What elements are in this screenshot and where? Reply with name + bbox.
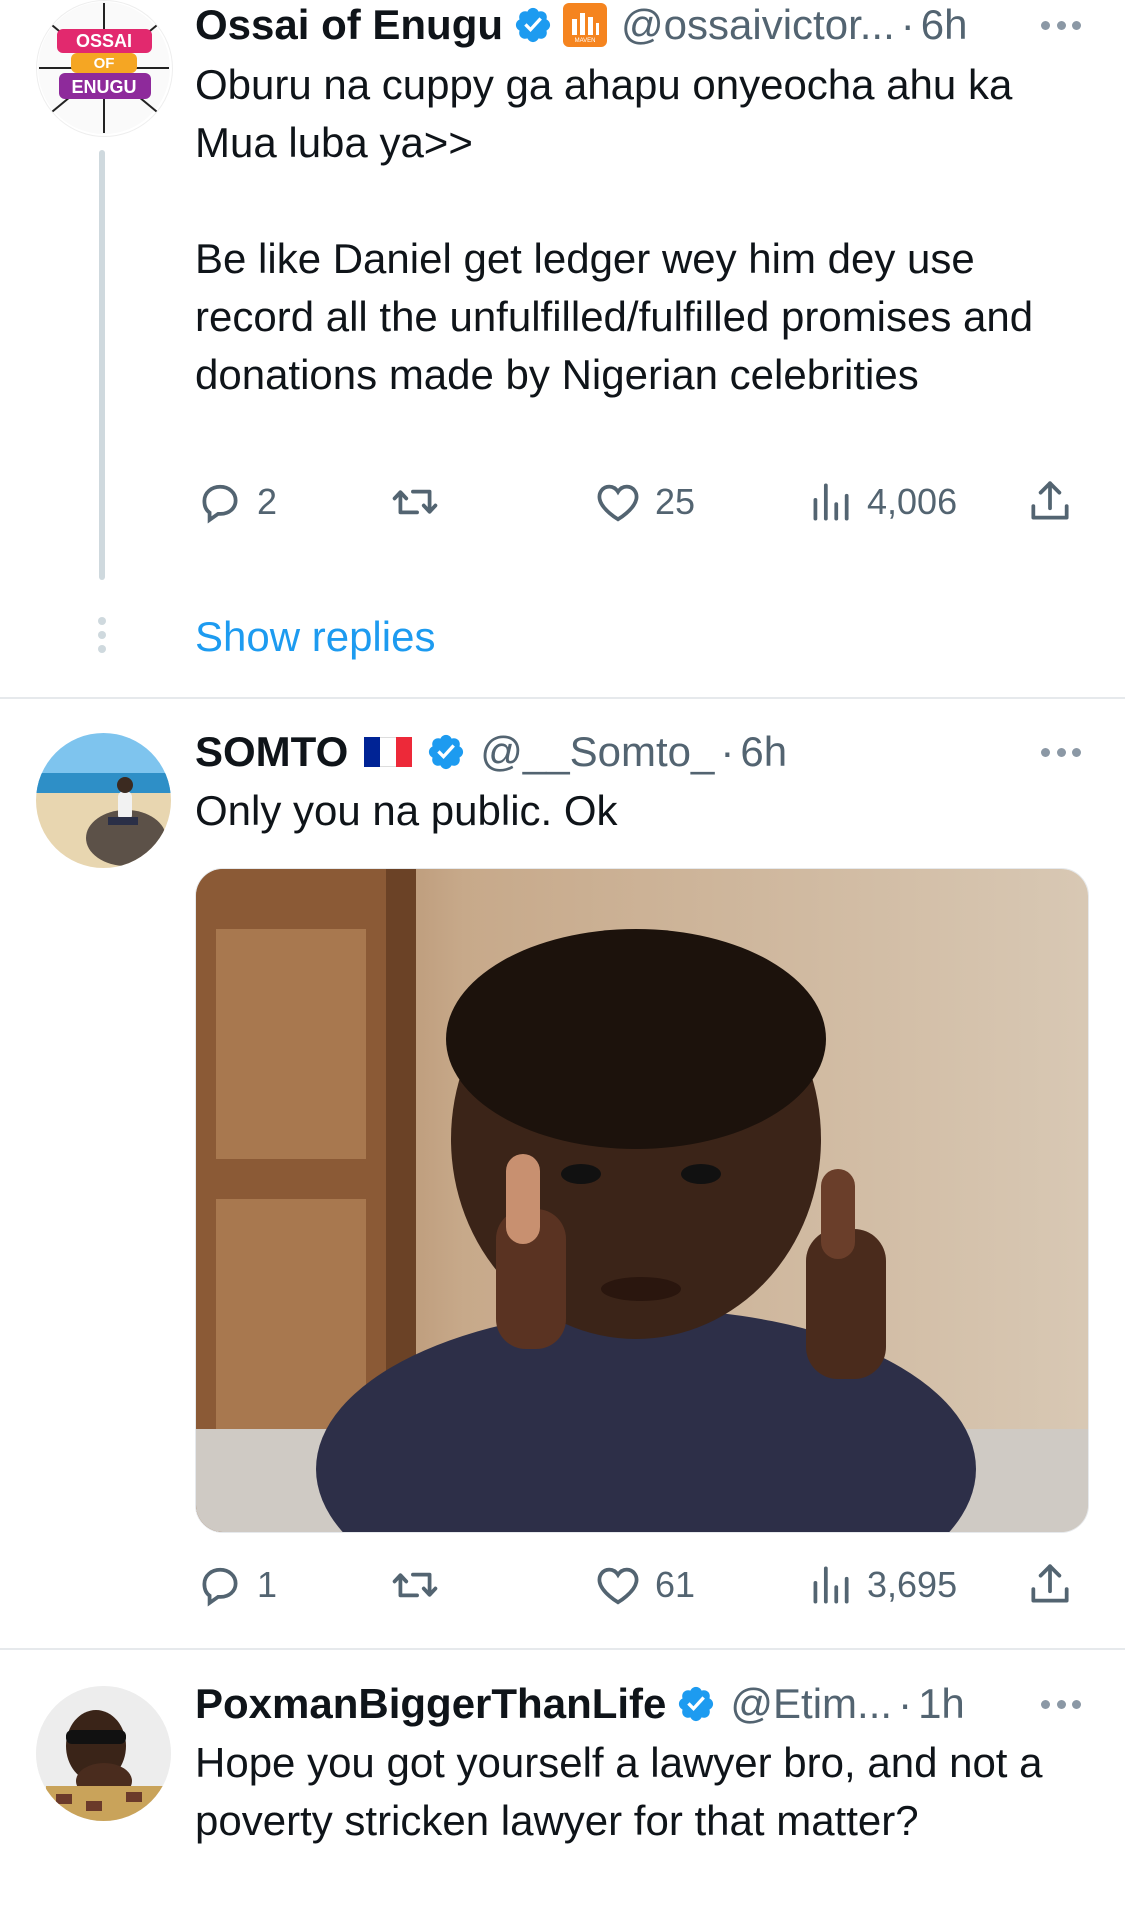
timestamp[interactable]: 1h [918,1679,965,1729]
reply-count: 2 [257,481,278,522]
avatar[interactable]: OSSAI OF ENUGU [36,0,173,137]
thread-continuation-dots [98,617,106,659]
avatar-logo-image: OSSAI OF ENUGU [38,2,170,134]
like-icon [597,1567,639,1605]
divider [0,697,1125,699]
thread-connector-line [99,150,105,580]
tweet-text: Only you na public. Ok [195,787,618,834]
timestamp[interactable]: 6h [921,0,968,50]
share-button[interactable] [1025,1555,1075,1615]
display-name[interactable]: Ossai of Enugu [195,0,503,50]
like-count: 25 [655,481,696,522]
avatar[interactable] [36,733,171,868]
tweet-media-image[interactable] [195,868,1089,1533]
share-button[interactable] [1025,472,1075,532]
verified-icon [515,7,551,43]
display-name[interactable]: SOMTO [195,727,348,777]
tweet-header: PoxmanBiggerThanLife @Etim... · 1h [195,1679,1085,1729]
reply-icon [202,1567,238,1607]
affiliate-badge-label: MAVEN [574,38,596,44]
like-count: 61 [655,1564,696,1605]
like-button[interactable]: 61 [593,1555,695,1615]
retweet-icon [392,489,438,515]
tweet-header: SOMTO @__Somto_ · 6h [195,727,1085,777]
views-icon [813,483,849,521]
svg-text:OF: OF [94,55,115,72]
separator-dot: · [900,1,915,48]
tweet-poxman[interactable]: PoxmanBiggerThanLife @Etim... · 1h Hope … [0,1650,1125,1905]
tweet-ossai[interactable]: OSSAI OF ENUGU Ossai of Enugu MAVEN @oss… [0,0,1125,700]
svg-text:ENUGU: ENUGU [71,77,136,97]
tweet-text: Hope you got yourself a lawyer bro, and … [195,1739,1043,1844]
more-icon[interactable] [1041,1698,1081,1710]
france-flag-icon [364,737,413,767]
views-button[interactable]: 4,006 [805,472,957,532]
like-button[interactable]: 25 [593,472,695,532]
tweet-actions: 2 25 4,006 [195,472,1095,532]
avatar[interactable] [36,1686,171,1821]
user-handle[interactable]: @ossaivictor... [621,0,895,50]
tweet-text: Oburu na cuppy ga ahapu onyeocha ahu ka … [195,61,1034,398]
like-icon [597,484,639,522]
view-count: 3,695 [867,1564,958,1605]
verified-icon [679,1686,714,1722]
thumbs-up-kid-image [196,869,1088,1532]
share-icon [1031,481,1069,520]
verified-icon [429,734,464,770]
view-count: 4,006 [867,481,958,522]
avatar-beach-photo [36,733,171,868]
separator-dot: · [898,1680,913,1727]
more-icon[interactable] [1041,19,1081,31]
separator-dot: · [720,728,735,775]
affiliate-badge[interactable]: MAVEN [563,3,608,47]
reply-count: 1 [257,1564,278,1605]
reply-button[interactable]: 1 [195,1555,277,1615]
views-button[interactable]: 3,695 [805,1555,957,1615]
tweet-header: Ossai of Enugu MAVEN @ossaivictor... · 6… [195,0,1085,50]
avatar-portrait-photo [36,1686,171,1821]
tweet-somto[interactable]: SOMTO @__Somto_ · 6h Only you na public.… [0,700,1125,1648]
retweet-button[interactable] [390,1555,452,1615]
retweet-button[interactable] [390,472,452,532]
more-icon[interactable] [1041,746,1081,758]
user-handle[interactable]: @Etim... [730,1679,892,1729]
timestamp[interactable]: 6h [740,727,787,777]
share-icon [1031,1564,1069,1603]
retweet-icon [392,1572,438,1598]
tweet-actions: 1 61 3,695 [195,1555,1095,1615]
user-handle[interactable]: @__Somto_ [480,727,714,777]
reply-icon [202,484,238,524]
views-icon [813,1566,849,1604]
show-replies-link[interactable]: Show replies [195,612,435,662]
svg-text:OSSAI: OSSAI [76,31,132,51]
display-name[interactable]: PoxmanBiggerThanLife [195,1679,666,1729]
reply-button[interactable]: 2 [195,472,277,532]
